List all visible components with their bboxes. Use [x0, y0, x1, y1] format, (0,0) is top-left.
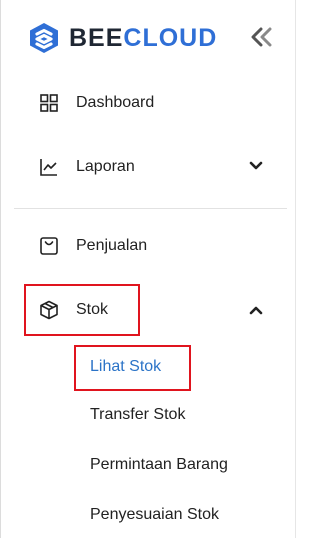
nav-item-penjualan[interactable]: Penjualan [39, 236, 147, 256]
stok-collapse-toggle[interactable] [247, 302, 265, 320]
submenu-item-lihat-stok[interactable]: Lihat Stok [90, 358, 161, 376]
chevron-up-icon [249, 302, 263, 320]
grid-icon [39, 93, 59, 113]
box-icon [39, 300, 59, 320]
nav-item-penjualan-label: Penjualan [76, 237, 148, 254]
beecloud-hexagon-icon [27, 22, 61, 54]
nav-item-stok-label: Stok [76, 301, 109, 318]
double-chevron-left-icon [250, 27, 274, 52]
chevron-down-icon [249, 158, 263, 176]
line-chart-icon [39, 157, 59, 177]
brand-name-part1: BEE [69, 23, 124, 52]
nav-item-stok[interactable]: Stok [39, 300, 108, 320]
submenu-item-penyesuaian-stok[interactable]: Penyesuaian Stok [90, 506, 219, 524]
laporan-expand-toggle[interactable] [247, 158, 265, 176]
shopping-bag-icon [39, 236, 59, 256]
nav-item-dashboard[interactable]: Dashboard [39, 93, 154, 113]
submenu-item-permintaan-barang[interactable]: Permintaan Barang [90, 456, 228, 474]
brand-name: BEE CLOUD [69, 24, 217, 53]
collapse-sidebar-button[interactable] [249, 27, 275, 51]
sidebar: BEE CLOUD Dashboard Laporan Penjualan St… [0, 0, 296, 538]
brand-name-part2: CLOUD [123, 23, 218, 52]
nav-item-laporan-label: Laporan [76, 158, 135, 175]
nav-item-dashboard-label: Dashboard [76, 94, 155, 111]
nav-item-laporan[interactable]: Laporan [39, 157, 135, 177]
submenu-item-transfer-stok[interactable]: Transfer Stok [90, 406, 185, 424]
brand-logo[interactable]: BEE CLOUD [27, 22, 217, 54]
menu-divider [14, 208, 287, 209]
